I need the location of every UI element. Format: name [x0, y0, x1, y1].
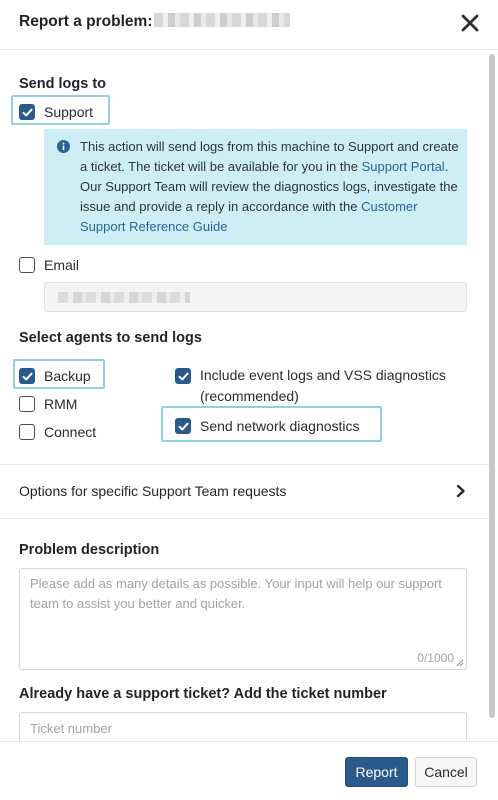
report-button[interactable]: Report [345, 757, 408, 787]
ticket-placeholder: Ticket number [30, 721, 112, 736]
email-field[interactable] [44, 282, 467, 312]
event-logs-label: Include event logs and VSS diagnostics (r… [200, 365, 446, 407]
email-checkbox[interactable]: Email [19, 254, 79, 276]
event-logs-label-line-1: Include event logs and VSS diagnostics [200, 367, 446, 383]
problem-placeholder: Please add as many details as possible. … [30, 576, 442, 611]
info-text: This action will send logs from this mac… [80, 137, 460, 237]
event-logs-checkbox[interactable]: Include event logs and VSS diagnostics (r… [175, 365, 446, 407]
close-button[interactable] [459, 12, 481, 36]
backup-checkbox[interactable]: Backup [19, 365, 91, 387]
agents-heading: Select agents to send logs [19, 330, 202, 346]
dialog-title-text: Report a problem: [19, 13, 153, 30]
connect-label: Connect [44, 423, 97, 440]
checkbox-unchecked-icon [19, 396, 35, 412]
chevron-right-icon [456, 484, 465, 498]
checkbox-checked-icon [19, 368, 35, 384]
scrollbar[interactable] [489, 54, 495, 718]
send-logs-heading: Send logs to [19, 76, 106, 92]
character-counter: 0/1000 [417, 651, 454, 665]
backup-label: Backup [44, 367, 91, 384]
problem-description-textarea[interactable]: Please add as many details as possible. … [19, 568, 467, 670]
ticket-heading: Already have a support ticket? Add the t… [19, 686, 387, 702]
checkbox-checked-icon [175, 368, 191, 384]
connect-checkbox[interactable]: Connect [19, 421, 96, 443]
network-diagnostics-checkbox[interactable]: Send network diagnostics [175, 415, 360, 437]
close-icon [461, 14, 479, 32]
event-logs-label-line-2: (recommended) [200, 388, 299, 404]
dialog-header: Report a problem: [0, 0, 498, 50]
divider [0, 518, 489, 519]
cancel-button[interactable]: Cancel [415, 757, 477, 787]
network-diagnostics-label: Send network diagnostics [200, 417, 360, 434]
support-checkbox[interactable]: Support [19, 101, 93, 123]
info-box: This action will send logs from this mac… [44, 129, 467, 245]
problem-heading: Problem description [19, 542, 160, 558]
checkbox-unchecked-icon [19, 257, 35, 273]
info-icon [57, 140, 70, 153]
redacted-email [58, 292, 190, 303]
support-portal-link[interactable]: Support Portal [362, 159, 445, 174]
support-options-row[interactable]: Options for specific Support Team reques… [0, 464, 489, 518]
options-label: Options for specific Support Team reques… [19, 483, 287, 499]
support-label: Support [44, 103, 94, 120]
checkbox-checked-icon [175, 418, 191, 434]
redacted-machine-name [154, 13, 291, 27]
checkbox-checked-icon [19, 104, 35, 120]
checkbox-unchecked-icon [19, 424, 35, 440]
report-problem-dialog: Report a problem: Send logs to Support T… [0, 0, 498, 800]
email-label: Email [44, 256, 80, 273]
resize-grip-icon[interactable] [456, 659, 464, 667]
rmm-checkbox[interactable]: RMM [19, 393, 77, 415]
dialog-title: Report a problem: [19, 13, 291, 31]
dialog-footer: Report Cancel [0, 741, 498, 800]
rmm-label: RMM [44, 395, 78, 412]
